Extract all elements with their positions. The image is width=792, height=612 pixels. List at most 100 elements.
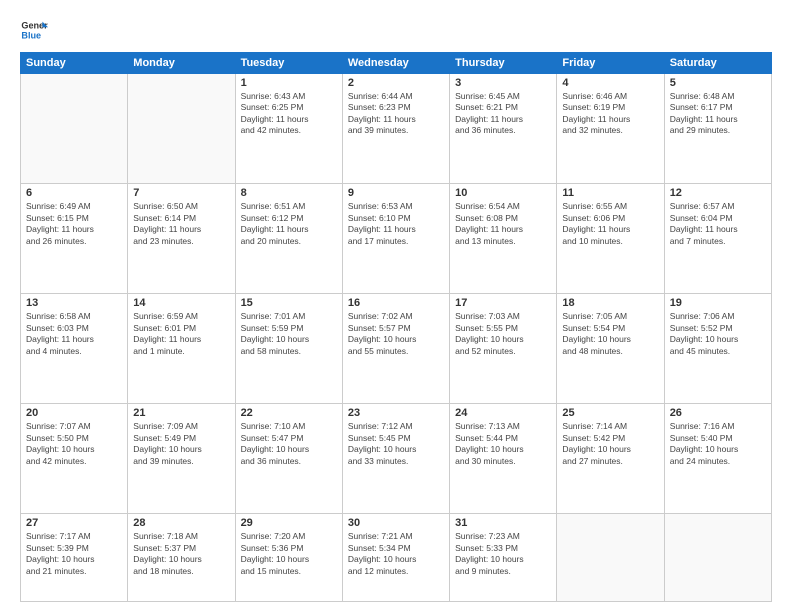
calendar-cell: 17 Sunrise: 7:03 AM Sunset: 5:55 PM Dayli… bbox=[450, 294, 557, 404]
calendar-cell: 29 Sunrise: 7:20 AM Sunset: 5:36 PM Dayli… bbox=[235, 514, 342, 602]
day-number: 31 bbox=[455, 517, 551, 529]
svg-text:Blue: Blue bbox=[21, 30, 41, 40]
calendar-cell: 9 Sunrise: 6:53 AM Sunset: 6:10 PM Daylig… bbox=[342, 184, 449, 294]
calendar-cell: 23Sunrise: 7:12 AM Sunset: 5:45 PM Dayli… bbox=[342, 404, 449, 514]
day-number: 11 bbox=[562, 187, 658, 199]
day-info: Sunrise: 7:18 AM Sunset: 5:37 PM Dayligh… bbox=[133, 531, 229, 577]
weekday-header: Thursday bbox=[450, 53, 557, 74]
weekday-header: Saturday bbox=[664, 53, 771, 74]
day-number: 18 bbox=[562, 297, 658, 309]
day-info: Sunrise: 7:09 AM Sunset: 5:49 PM Dayligh… bbox=[133, 421, 229, 467]
day-info: Sunrise: 6:50 AM Sunset: 6:14 PM Dayligh… bbox=[133, 201, 229, 247]
calendar-cell: 21Sunrise: 7:09 AM Sunset: 5:49 PM Dayli… bbox=[128, 404, 235, 514]
calendar-cell: 30Sunrise: 7:21 AM Sunset: 5:34 PM Dayli… bbox=[342, 514, 449, 602]
day-number: 29 bbox=[241, 517, 337, 529]
calendar-cell: 11 Sunrise: 6:55 AM Sunset: 6:06 PM Dayli… bbox=[557, 184, 664, 294]
day-number: 7 bbox=[133, 187, 229, 199]
calendar-cell: 3Sunrise: 6:45 AM Sunset: 6:21 PM Daylig… bbox=[450, 74, 557, 184]
day-info: Sunrise: 6:43 AM Sunset: 6:25 PM Dayligh… bbox=[241, 91, 337, 137]
calendar-cell bbox=[21, 74, 128, 184]
day-number: 1 bbox=[241, 77, 337, 89]
day-info: Sunrise: 6:57 AM Sunset: 6:04 PM Dayligh… bbox=[670, 201, 766, 247]
day-number: 10 bbox=[455, 187, 551, 199]
day-info: Sunrise: 6:48 AM Sunset: 6:17 PM Dayligh… bbox=[670, 91, 766, 137]
day-info: Sunrise: 7:23 AM Sunset: 5:33 PM Dayligh… bbox=[455, 531, 551, 577]
calendar-cell: 5 Sunrise: 6:48 AM Sunset: 6:17 PM Daylig… bbox=[664, 74, 771, 184]
day-number: 16 bbox=[348, 297, 444, 309]
logo: General Blue bbox=[20, 16, 48, 44]
calendar-cell: 8Sunrise: 6:51 AM Sunset: 6:12 PM Daylig… bbox=[235, 184, 342, 294]
day-number: 14 bbox=[133, 297, 229, 309]
calendar-cell bbox=[128, 74, 235, 184]
calendar-cell: 15 Sunrise: 7:01 AM Sunset: 5:59 PM Dayli… bbox=[235, 294, 342, 404]
calendar-cell: 24 Sunrise: 7:13 AM Sunset: 5:44 PM Dayli… bbox=[450, 404, 557, 514]
calendar-cell: 10 Sunrise: 6:54 AM Sunset: 6:08 PM Dayli… bbox=[450, 184, 557, 294]
day-number: 20 bbox=[26, 407, 122, 419]
day-number: 12 bbox=[670, 187, 766, 199]
calendar-table: SundayMondayTuesdayWednesdayThursdayFrid… bbox=[20, 52, 772, 602]
day-info: Sunrise: 7:01 AM Sunset: 5:59 PM Dayligh… bbox=[241, 311, 337, 357]
calendar-cell: 19 Sunrise: 7:06 AM Sunset: 5:52 PM Dayli… bbox=[664, 294, 771, 404]
day-number: 9 bbox=[348, 187, 444, 199]
calendar-week-row: 1 Sunrise: 6:43 AM Sunset: 6:25 PM Daylig… bbox=[21, 74, 772, 184]
day-number: 19 bbox=[670, 297, 766, 309]
calendar-cell: 4 Sunrise: 6:46 AM Sunset: 6:19 PM Daylig… bbox=[557, 74, 664, 184]
weekday-header: Friday bbox=[557, 53, 664, 74]
weekday-header-row: SundayMondayTuesdayWednesdayThursdayFrid… bbox=[21, 53, 772, 74]
day-info: Sunrise: 7:03 AM Sunset: 5:55 PM Dayligh… bbox=[455, 311, 551, 357]
day-number: 5 bbox=[670, 77, 766, 89]
day-info: Sunrise: 6:54 AM Sunset: 6:08 PM Dayligh… bbox=[455, 201, 551, 247]
calendar-cell: 28Sunrise: 7:18 AM Sunset: 5:37 PM Dayli… bbox=[128, 514, 235, 602]
day-info: Sunrise: 6:53 AM Sunset: 6:10 PM Dayligh… bbox=[348, 201, 444, 247]
day-number: 25 bbox=[562, 407, 658, 419]
day-number: 24 bbox=[455, 407, 551, 419]
day-info: Sunrise: 7:02 AM Sunset: 5:57 PM Dayligh… bbox=[348, 311, 444, 357]
calendar-cell: 26Sunrise: 7:16 AM Sunset: 5:40 PM Dayli… bbox=[664, 404, 771, 514]
day-info: Sunrise: 7:06 AM Sunset: 5:52 PM Dayligh… bbox=[670, 311, 766, 357]
calendar-cell: 1 Sunrise: 6:43 AM Sunset: 6:25 PM Daylig… bbox=[235, 74, 342, 184]
day-number: 17 bbox=[455, 297, 551, 309]
calendar-week-row: 27Sunrise: 7:17 AM Sunset: 5:39 PM Dayli… bbox=[21, 514, 772, 602]
day-info: Sunrise: 7:20 AM Sunset: 5:36 PM Dayligh… bbox=[241, 531, 337, 577]
calendar-cell: 18 Sunrise: 7:05 AM Sunset: 5:54 PM Dayli… bbox=[557, 294, 664, 404]
day-info: Sunrise: 7:21 AM Sunset: 5:34 PM Dayligh… bbox=[348, 531, 444, 577]
weekday-header: Sunday bbox=[21, 53, 128, 74]
calendar-cell: 22 Sunrise: 7:10 AM Sunset: 5:47 PM Dayli… bbox=[235, 404, 342, 514]
calendar-page: General Blue SundayMondayTuesdayWednesda… bbox=[0, 0, 792, 612]
calendar-cell: 25Sunrise: 7:14 AM Sunset: 5:42 PM Dayli… bbox=[557, 404, 664, 514]
calendar-cell: 6Sunrise: 6:49 AM Sunset: 6:15 PM Daylig… bbox=[21, 184, 128, 294]
day-info: Sunrise: 6:58 AM Sunset: 6:03 PM Dayligh… bbox=[26, 311, 122, 357]
calendar-cell: 12 Sunrise: 6:57 AM Sunset: 6:04 PM Dayli… bbox=[664, 184, 771, 294]
day-info: Sunrise: 7:10 AM Sunset: 5:47 PM Dayligh… bbox=[241, 421, 337, 467]
day-info: Sunrise: 6:49 AM Sunset: 6:15 PM Dayligh… bbox=[26, 201, 122, 247]
calendar-cell: 16 Sunrise: 7:02 AM Sunset: 5:57 PM Dayli… bbox=[342, 294, 449, 404]
day-info: Sunrise: 7:16 AM Sunset: 5:40 PM Dayligh… bbox=[670, 421, 766, 467]
logo-icon: General Blue bbox=[20, 16, 48, 44]
day-info: Sunrise: 7:12 AM Sunset: 5:45 PM Dayligh… bbox=[348, 421, 444, 467]
day-info: Sunrise: 7:13 AM Sunset: 5:44 PM Dayligh… bbox=[455, 421, 551, 467]
day-info: Sunrise: 7:05 AM Sunset: 5:54 PM Dayligh… bbox=[562, 311, 658, 357]
day-info: Sunrise: 6:46 AM Sunset: 6:19 PM Dayligh… bbox=[562, 91, 658, 137]
day-number: 8 bbox=[241, 187, 337, 199]
day-number: 3 bbox=[455, 77, 551, 89]
calendar-cell: 7 Sunrise: 6:50 AM Sunset: 6:14 PM Daylig… bbox=[128, 184, 235, 294]
day-number: 13 bbox=[26, 297, 122, 309]
weekday-header: Monday bbox=[128, 53, 235, 74]
calendar-cell: 14 Sunrise: 6:59 AM Sunset: 6:01 PM Dayli… bbox=[128, 294, 235, 404]
calendar-cell bbox=[557, 514, 664, 602]
calendar-cell: 31 Sunrise: 7:23 AM Sunset: 5:33 PM Dayli… bbox=[450, 514, 557, 602]
header: General Blue bbox=[20, 16, 772, 44]
day-info: Sunrise: 6:55 AM Sunset: 6:06 PM Dayligh… bbox=[562, 201, 658, 247]
day-number: 22 bbox=[241, 407, 337, 419]
day-number: 15 bbox=[241, 297, 337, 309]
weekday-header: Tuesday bbox=[235, 53, 342, 74]
day-info: Sunrise: 6:44 AM Sunset: 6:23 PM Dayligh… bbox=[348, 91, 444, 137]
calendar-week-row: 6Sunrise: 6:49 AM Sunset: 6:15 PM Daylig… bbox=[21, 184, 772, 294]
day-number: 4 bbox=[562, 77, 658, 89]
calendar-cell: 27Sunrise: 7:17 AM Sunset: 5:39 PM Dayli… bbox=[21, 514, 128, 602]
calendar-cell bbox=[664, 514, 771, 602]
weekday-header: Wednesday bbox=[342, 53, 449, 74]
calendar-cell: 2Sunrise: 6:44 AM Sunset: 6:23 PM Daylig… bbox=[342, 74, 449, 184]
calendar-cell: 20Sunrise: 7:07 AM Sunset: 5:50 PM Dayli… bbox=[21, 404, 128, 514]
day-info: Sunrise: 6:59 AM Sunset: 6:01 PM Dayligh… bbox=[133, 311, 229, 357]
